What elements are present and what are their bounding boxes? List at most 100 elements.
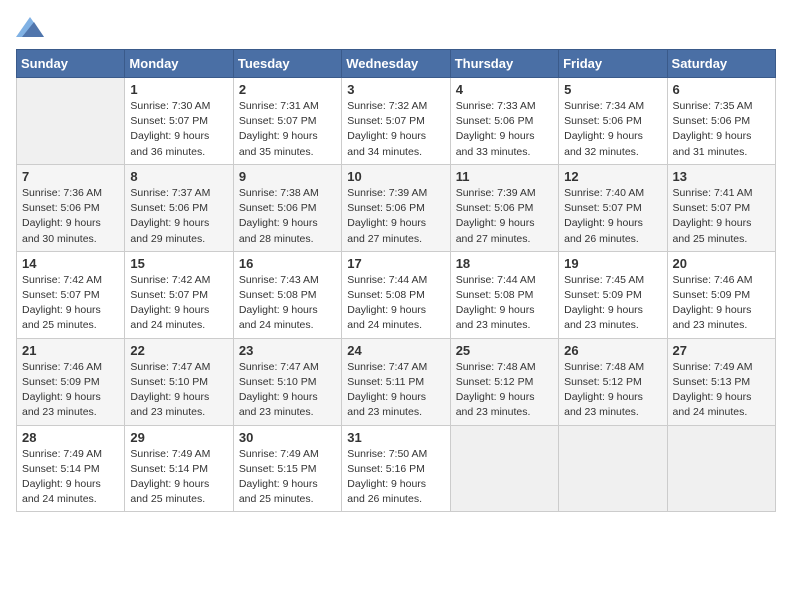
day-number: 29 xyxy=(130,430,227,445)
calendar-cell: 28 Sunrise: 7:49 AMSunset: 5:14 PMDaylig… xyxy=(17,425,125,512)
day-number: 15 xyxy=(130,256,227,271)
calendar-week-3: 14 Sunrise: 7:42 AMSunset: 5:07 PMDaylig… xyxy=(17,251,776,338)
day-number: 4 xyxy=(456,82,553,97)
day-info: Sunrise: 7:49 AMSunset: 5:15 PMDaylight:… xyxy=(239,447,336,508)
day-number: 30 xyxy=(239,430,336,445)
calendar-cell: 1 Sunrise: 7:30 AMSunset: 5:07 PMDayligh… xyxy=(125,78,233,165)
day-number: 17 xyxy=(347,256,444,271)
calendar-cell: 23 Sunrise: 7:47 AMSunset: 5:10 PMDaylig… xyxy=(233,338,341,425)
logo xyxy=(16,16,48,37)
day-number: 31 xyxy=(347,430,444,445)
day-info: Sunrise: 7:49 AMSunset: 5:14 PMDaylight:… xyxy=(130,447,227,508)
calendar-cell: 16 Sunrise: 7:43 AMSunset: 5:08 PMDaylig… xyxy=(233,251,341,338)
calendar-week-1: 1 Sunrise: 7:30 AMSunset: 5:07 PMDayligh… xyxy=(17,78,776,165)
calendar-header: Sunday Monday Tuesday Wednesday Thursday… xyxy=(17,50,776,78)
day-number: 26 xyxy=(564,343,661,358)
header-saturday: Saturday xyxy=(667,50,775,78)
day-info: Sunrise: 7:44 AMSunset: 5:08 PMDaylight:… xyxy=(456,273,553,334)
day-number: 19 xyxy=(564,256,661,271)
calendar-cell: 6 Sunrise: 7:35 AMSunset: 5:06 PMDayligh… xyxy=(667,78,775,165)
calendar-cell: 15 Sunrise: 7:42 AMSunset: 5:07 PMDaylig… xyxy=(125,251,233,338)
calendar-cell: 19 Sunrise: 7:45 AMSunset: 5:09 PMDaylig… xyxy=(559,251,667,338)
day-info: Sunrise: 7:46 AMSunset: 5:09 PMDaylight:… xyxy=(673,273,770,334)
day-info: Sunrise: 7:43 AMSunset: 5:08 PMDaylight:… xyxy=(239,273,336,334)
day-info: Sunrise: 7:35 AMSunset: 5:06 PMDaylight:… xyxy=(673,99,770,160)
day-number: 7 xyxy=(22,169,119,184)
day-info: Sunrise: 7:42 AMSunset: 5:07 PMDaylight:… xyxy=(22,273,119,334)
day-number: 1 xyxy=(130,82,227,97)
calendar-cell: 8 Sunrise: 7:37 AMSunset: 5:06 PMDayligh… xyxy=(125,164,233,251)
day-info: Sunrise: 7:36 AMSunset: 5:06 PMDaylight:… xyxy=(22,186,119,247)
day-number: 6 xyxy=(673,82,770,97)
day-number: 3 xyxy=(347,82,444,97)
calendar-body: 1 Sunrise: 7:30 AMSunset: 5:07 PMDayligh… xyxy=(17,78,776,512)
calendar-cell: 10 Sunrise: 7:39 AMSunset: 5:06 PMDaylig… xyxy=(342,164,450,251)
calendar-cell xyxy=(17,78,125,165)
day-info: Sunrise: 7:47 AMSunset: 5:10 PMDaylight:… xyxy=(239,360,336,421)
page-header xyxy=(16,16,776,37)
calendar-cell: 3 Sunrise: 7:32 AMSunset: 5:07 PMDayligh… xyxy=(342,78,450,165)
calendar-table: Sunday Monday Tuesday Wednesday Thursday… xyxy=(16,49,776,512)
day-info: Sunrise: 7:38 AMSunset: 5:06 PMDaylight:… xyxy=(239,186,336,247)
calendar-cell: 18 Sunrise: 7:44 AMSunset: 5:08 PMDaylig… xyxy=(450,251,558,338)
day-number: 13 xyxy=(673,169,770,184)
day-info: Sunrise: 7:45 AMSunset: 5:09 PMDaylight:… xyxy=(564,273,661,334)
calendar-cell: 7 Sunrise: 7:36 AMSunset: 5:06 PMDayligh… xyxy=(17,164,125,251)
header-thursday: Thursday xyxy=(450,50,558,78)
header-row: Sunday Monday Tuesday Wednesday Thursday… xyxy=(17,50,776,78)
calendar-cell xyxy=(450,425,558,512)
day-info: Sunrise: 7:37 AMSunset: 5:06 PMDaylight:… xyxy=(130,186,227,247)
calendar-cell xyxy=(559,425,667,512)
day-info: Sunrise: 7:48 AMSunset: 5:12 PMDaylight:… xyxy=(456,360,553,421)
day-number: 21 xyxy=(22,343,119,358)
day-number: 14 xyxy=(22,256,119,271)
day-info: Sunrise: 7:39 AMSunset: 5:06 PMDaylight:… xyxy=(347,186,444,247)
day-info: Sunrise: 7:40 AMSunset: 5:07 PMDaylight:… xyxy=(564,186,661,247)
day-number: 20 xyxy=(673,256,770,271)
day-number: 27 xyxy=(673,343,770,358)
day-info: Sunrise: 7:32 AMSunset: 5:07 PMDaylight:… xyxy=(347,99,444,160)
day-info: Sunrise: 7:30 AMSunset: 5:07 PMDaylight:… xyxy=(130,99,227,160)
day-info: Sunrise: 7:49 AMSunset: 5:14 PMDaylight:… xyxy=(22,447,119,508)
day-info: Sunrise: 7:44 AMSunset: 5:08 PMDaylight:… xyxy=(347,273,444,334)
calendar-cell: 5 Sunrise: 7:34 AMSunset: 5:06 PMDayligh… xyxy=(559,78,667,165)
day-number: 10 xyxy=(347,169,444,184)
day-info: Sunrise: 7:47 AMSunset: 5:11 PMDaylight:… xyxy=(347,360,444,421)
day-number: 12 xyxy=(564,169,661,184)
calendar-cell: 11 Sunrise: 7:39 AMSunset: 5:06 PMDaylig… xyxy=(450,164,558,251)
calendar-week-4: 21 Sunrise: 7:46 AMSunset: 5:09 PMDaylig… xyxy=(17,338,776,425)
day-number: 16 xyxy=(239,256,336,271)
calendar-cell: 30 Sunrise: 7:49 AMSunset: 5:15 PMDaylig… xyxy=(233,425,341,512)
day-info: Sunrise: 7:41 AMSunset: 5:07 PMDaylight:… xyxy=(673,186,770,247)
day-number: 23 xyxy=(239,343,336,358)
calendar-cell: 13 Sunrise: 7:41 AMSunset: 5:07 PMDaylig… xyxy=(667,164,775,251)
day-info: Sunrise: 7:48 AMSunset: 5:12 PMDaylight:… xyxy=(564,360,661,421)
calendar-cell: 12 Sunrise: 7:40 AMSunset: 5:07 PMDaylig… xyxy=(559,164,667,251)
calendar-cell: 17 Sunrise: 7:44 AMSunset: 5:08 PMDaylig… xyxy=(342,251,450,338)
day-number: 5 xyxy=(564,82,661,97)
calendar-cell: 25 Sunrise: 7:48 AMSunset: 5:12 PMDaylig… xyxy=(450,338,558,425)
calendar-cell: 31 Sunrise: 7:50 AMSunset: 5:16 PMDaylig… xyxy=(342,425,450,512)
calendar-cell: 14 Sunrise: 7:42 AMSunset: 5:07 PMDaylig… xyxy=(17,251,125,338)
day-number: 2 xyxy=(239,82,336,97)
header-monday: Monday xyxy=(125,50,233,78)
calendar-cell: 22 Sunrise: 7:47 AMSunset: 5:10 PMDaylig… xyxy=(125,338,233,425)
calendar-cell: 9 Sunrise: 7:38 AMSunset: 5:06 PMDayligh… xyxy=(233,164,341,251)
day-info: Sunrise: 7:47 AMSunset: 5:10 PMDaylight:… xyxy=(130,360,227,421)
day-number: 18 xyxy=(456,256,553,271)
calendar-cell: 21 Sunrise: 7:46 AMSunset: 5:09 PMDaylig… xyxy=(17,338,125,425)
calendar-week-5: 28 Sunrise: 7:49 AMSunset: 5:14 PMDaylig… xyxy=(17,425,776,512)
day-info: Sunrise: 7:33 AMSunset: 5:06 PMDaylight:… xyxy=(456,99,553,160)
day-info: Sunrise: 7:34 AMSunset: 5:06 PMDaylight:… xyxy=(564,99,661,160)
day-info: Sunrise: 7:50 AMSunset: 5:16 PMDaylight:… xyxy=(347,447,444,508)
calendar-cell: 20 Sunrise: 7:46 AMSunset: 5:09 PMDaylig… xyxy=(667,251,775,338)
day-number: 28 xyxy=(22,430,119,445)
header-sunday: Sunday xyxy=(17,50,125,78)
day-number: 8 xyxy=(130,169,227,184)
calendar-cell: 4 Sunrise: 7:33 AMSunset: 5:06 PMDayligh… xyxy=(450,78,558,165)
day-info: Sunrise: 7:49 AMSunset: 5:13 PMDaylight:… xyxy=(673,360,770,421)
day-info: Sunrise: 7:46 AMSunset: 5:09 PMDaylight:… xyxy=(22,360,119,421)
calendar-cell: 2 Sunrise: 7:31 AMSunset: 5:07 PMDayligh… xyxy=(233,78,341,165)
day-info: Sunrise: 7:42 AMSunset: 5:07 PMDaylight:… xyxy=(130,273,227,334)
calendar-week-2: 7 Sunrise: 7:36 AMSunset: 5:06 PMDayligh… xyxy=(17,164,776,251)
